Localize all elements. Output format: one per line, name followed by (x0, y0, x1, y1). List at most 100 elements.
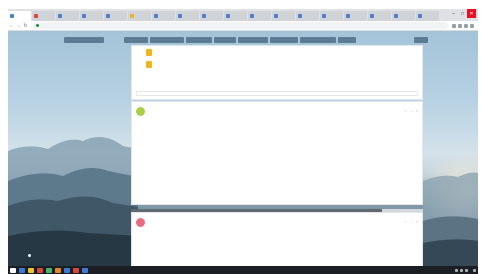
feed-filter-pill[interactable] (270, 37, 298, 43)
address-bar[interactable] (33, 22, 448, 29)
post-body (132, 116, 422, 132)
post-header: ☆ ⋯ × (132, 102, 422, 116)
extension-icon[interactable] (458, 23, 462, 28)
extension-icons (452, 23, 478, 28)
star-icon[interactable]: ☆ (404, 109, 407, 113)
browser-tab[interactable] (296, 11, 319, 21)
minimize-button[interactable]: – (449, 9, 458, 18)
close-window-button[interactable]: ✕ (467, 9, 476, 18)
feed-filter-pill[interactable] (124, 37, 148, 43)
taskbar-app-icon[interactable] (46, 267, 52, 273)
tab-favicon-icon (34, 14, 38, 18)
tab-favicon-icon (106, 14, 110, 18)
browser-tab[interactable] (320, 11, 343, 21)
document-icon (146, 61, 152, 68)
taskbar-app-icon[interactable] (73, 267, 79, 273)
attachments-card (131, 45, 423, 100)
feed-filter-pill[interactable] (238, 37, 268, 43)
screen: – □ ✕ ← → ↻ ☆ ⋯ × ☆ ⋯ × (0, 0, 481, 274)
browser-tab[interactable] (128, 11, 151, 21)
taskbar-app-icon[interactable] (55, 267, 61, 273)
status-dot-icon (28, 254, 31, 257)
tab-favicon-icon (250, 14, 254, 18)
taskbar-app-icon[interactable] (19, 267, 25, 273)
tab-favicon-icon (394, 14, 398, 18)
tray-icon[interactable] (455, 268, 458, 272)
more-options-icon[interactable]: ⋯ (410, 109, 413, 113)
tab-favicon-icon (58, 14, 62, 18)
maximize-button[interactable]: □ (458, 9, 467, 18)
group-selector[interactable] (64, 37, 104, 43)
browser-tab[interactable] (368, 11, 391, 21)
close-icon[interactable]: × (416, 109, 418, 113)
feed-filter-pill[interactable] (300, 37, 336, 43)
tab-favicon-icon (298, 14, 302, 18)
feed-post: ☆ ⋯ × (131, 212, 423, 268)
post-actions: ☆ ⋯ × (404, 109, 418, 113)
post-body (132, 227, 422, 230)
taskbar-app-icon[interactable] (82, 267, 88, 273)
tab-favicon-icon (226, 14, 230, 18)
taskbar-app-icon[interactable] (28, 267, 34, 273)
close-icon[interactable]: × (416, 220, 418, 224)
browser-tab[interactable] (32, 11, 55, 21)
feed-filter-pill[interactable] (214, 37, 236, 43)
tab-favicon-icon (418, 14, 422, 18)
browser-tab[interactable] (272, 11, 295, 21)
file-item[interactable] (132, 58, 422, 70)
file-item[interactable] (132, 46, 422, 58)
avatar[interactable] (136, 217, 145, 227)
taskbar-app-icon[interactable] (64, 267, 70, 273)
extension-icon[interactable] (464, 23, 468, 28)
post-header: ☆ ⋯ × (132, 213, 422, 227)
tab-favicon-icon (82, 14, 86, 18)
presence-chip[interactable] (28, 254, 33, 257)
browser-tab[interactable] (56, 11, 79, 21)
star-icon[interactable]: ☆ (404, 220, 407, 224)
tab-favicon-icon (10, 14, 14, 18)
tab-favicon-icon (202, 14, 206, 18)
more-options-icon[interactable]: ⋯ (410, 220, 413, 224)
browser-tab[interactable] (392, 11, 415, 21)
lock-icon (36, 24, 39, 27)
browser-tab[interactable] (416, 11, 439, 21)
taskbar-app-icon[interactable] (37, 267, 43, 273)
feed-filter-pill[interactable] (150, 37, 184, 43)
extension-icon[interactable] (452, 23, 456, 28)
system-tray (455, 268, 476, 272)
feed-filter-bar (124, 37, 424, 44)
browser-tab[interactable] (104, 11, 127, 21)
feed-filter-pill[interactable] (338, 37, 356, 43)
browser-tab[interactable] (80, 11, 103, 21)
browser-tab[interactable] (152, 11, 175, 21)
tab-favicon-icon (130, 14, 134, 18)
tab-favicon-icon (154, 14, 158, 18)
tab-favicon-icon (178, 14, 182, 18)
browser-tab[interactable] (248, 11, 271, 21)
browser-tab[interactable] (176, 11, 199, 21)
browser-tab[interactable] (200, 11, 223, 21)
tray-icon[interactable] (460, 268, 463, 272)
tray-icon[interactable] (465, 268, 468, 272)
start-menu-icon[interactable] (10, 267, 16, 273)
browser-tab[interactable] (344, 11, 367, 21)
browser-toolbar: ← → ↻ (8, 21, 478, 31)
post-actions: ☆ ⋯ × (404, 220, 418, 224)
back-arrow-icon[interactable]: ← (8, 23, 15, 29)
forward-arrow-icon[interactable]: → (15, 23, 22, 29)
taskbar (8, 266, 478, 274)
browser-tab[interactable] (8, 11, 31, 21)
tab-favicon-icon (322, 14, 326, 18)
comment-input[interactable] (136, 91, 418, 96)
reload-icon[interactable]: ↻ (22, 23, 29, 29)
feed-options-button[interactable] (414, 37, 428, 43)
tab-favicon-icon (370, 14, 374, 18)
feed-filter-pill[interactable] (186, 37, 212, 43)
document-icon (146, 49, 152, 56)
tab-favicon-icon (274, 14, 278, 18)
menu-icon[interactable] (470, 23, 474, 28)
taskbar-clock (473, 268, 476, 272)
browser-tab[interactable] (224, 11, 247, 21)
avatar[interactable] (136, 106, 145, 116)
feed-post: ☆ ⋯ × (131, 101, 423, 205)
